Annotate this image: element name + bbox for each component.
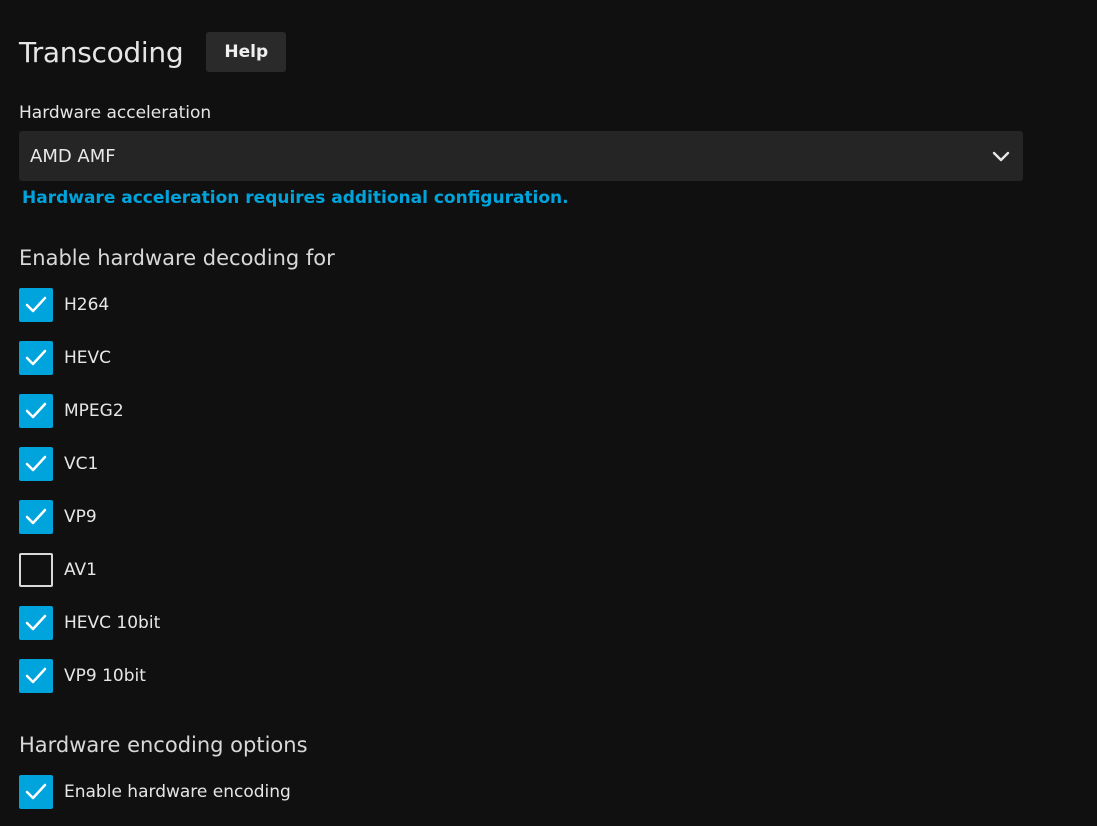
checkbox-row-vc1[interactable]: VC1: [19, 447, 98, 481]
checkbox-row-hevc-10bit[interactable]: HEVC 10bit: [19, 606, 160, 640]
checkbox-row-av1[interactable]: AV1: [19, 553, 97, 587]
checkmark-icon: [25, 296, 47, 313]
checkbox-label: AV1: [64, 560, 97, 580]
checkbox-row-hevc[interactable]: HEVC: [19, 341, 111, 375]
checkbox-hevc[interactable]: [19, 341, 53, 375]
checkbox-label: Enable hardware encoding: [64, 782, 291, 802]
checkmark-icon: [25, 667, 47, 684]
checkbox-row-mpeg2[interactable]: MPEG2: [19, 394, 124, 428]
checkmark-icon: [25, 402, 47, 419]
checkbox-row-vp9-10bit[interactable]: VP9 10bit: [19, 659, 146, 693]
checkbox-row-vp9[interactable]: VP9: [19, 500, 97, 534]
checkbox-label: HEVC 10bit: [64, 613, 161, 633]
checkbox-label: MPEG2: [64, 401, 124, 421]
checkmark-icon: [25, 349, 47, 366]
checkmark-icon: [25, 455, 47, 472]
checkbox-vp9-10bit[interactable]: [19, 659, 53, 693]
hardware-acceleration-value: AMD AMF: [30, 145, 116, 167]
checkbox-vp9[interactable]: [19, 500, 53, 534]
chevron-down-icon: [991, 146, 1011, 166]
checkmark-icon: [25, 783, 47, 800]
encoding-section-heading: Hardware encoding options: [19, 733, 308, 757]
checkbox-enable-hardware-encoding[interactable]: [19, 775, 53, 809]
checkbox-hevc-10bit[interactable]: [19, 606, 53, 640]
page-title: Transcoding: [19, 35, 184, 69]
hardware-acceleration-select[interactable]: AMD AMF: [19, 131, 1023, 181]
checkbox-mpeg2[interactable]: [19, 394, 53, 428]
checkbox-row-h264[interactable]: H264: [19, 288, 109, 322]
checkbox-label: HEVC: [64, 348, 112, 368]
checkbox-vc1[interactable]: [19, 447, 53, 481]
hardware-acceleration-label: Hardware acceleration: [19, 103, 212, 123]
page-header: Transcoding Help: [19, 32, 287, 72]
checkmark-icon: [25, 508, 47, 525]
transcoding-settings-page: Transcoding Help Hardware acceleration A…: [0, 0, 1097, 826]
checkbox-av1[interactable]: [19, 553, 53, 587]
checkbox-label: VP9 10bit: [64, 666, 146, 686]
checkbox-label: VP9: [64, 507, 97, 527]
checkbox-row-enable-hw-encoding[interactable]: Enable hardware encoding: [19, 775, 291, 809]
help-button[interactable]: Help: [206, 32, 287, 72]
decoding-section-heading: Enable hardware decoding for: [19, 246, 335, 270]
hardware-acceleration-config-link[interactable]: Hardware acceleration requires additiona…: [22, 188, 569, 208]
checkmark-icon: [25, 614, 47, 631]
checkbox-label: VC1: [64, 454, 99, 474]
checkbox-label: H264: [64, 295, 110, 315]
checkbox-h264[interactable]: [19, 288, 53, 322]
